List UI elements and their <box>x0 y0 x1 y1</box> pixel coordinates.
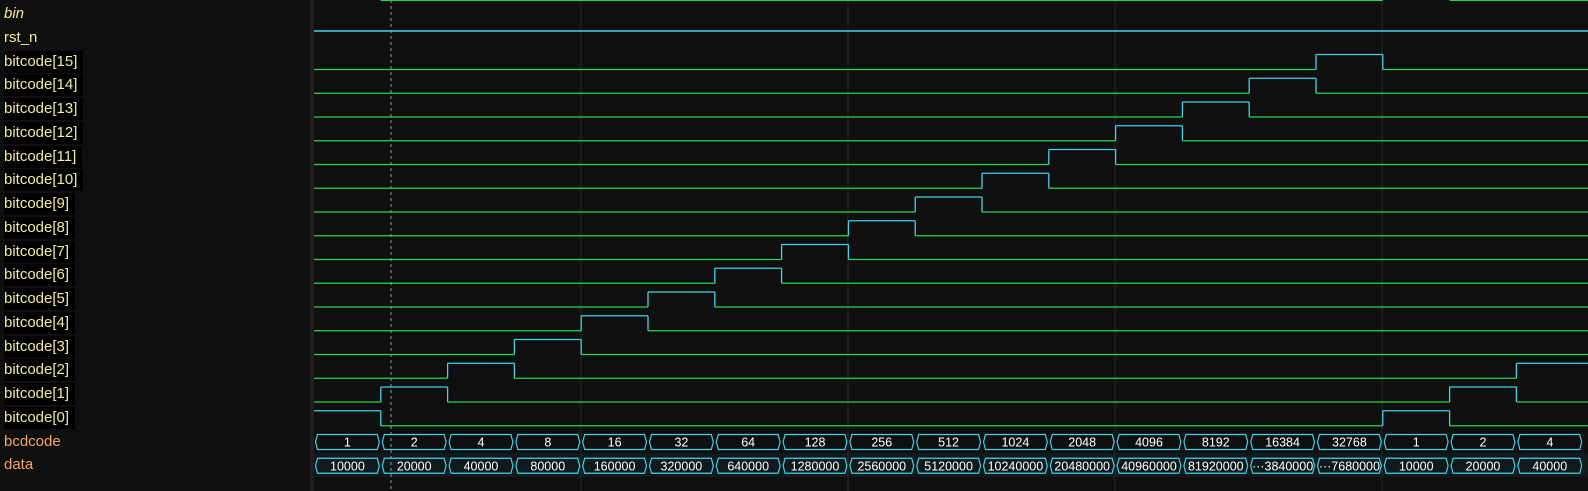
data-value: 1280000 <box>791 459 840 473</box>
data-value: 5120000 <box>924 459 973 473</box>
data-value: 320000 <box>661 459 703 473</box>
bcdcode-value: 16 <box>608 436 622 450</box>
bcdcode-value: 1 <box>344 436 351 450</box>
signal-name-bitcode-6[interactable]: bitcode[6] <box>4 264 76 287</box>
signal-name-bitcode-4[interactable]: bitcode[4] <box>4 311 76 334</box>
signal-name-bin[interactable]: bin <box>4 3 24 25</box>
data-value: 81920000 <box>1188 459 1244 473</box>
signal-name-bitcode-9[interactable]: bitcode[9] <box>4 193 76 215</box>
bcdcode-value: 512 <box>938 436 959 450</box>
signal-name-bitcode-3[interactable]: bitcode[3] <box>4 335 76 358</box>
data-value: 40000 <box>1532 459 1567 473</box>
bcdcode-value: 1024 <box>1001 436 1029 450</box>
bcdcode-value: 32768 <box>1332 436 1367 450</box>
signal-name-panel: bin rst_n bitcode[15] bitcode[14] bitcode[13… <box>0 0 310 491</box>
data-value: 10240000 <box>988 459 1044 473</box>
waveform-canvas[interactable]: 1 2 4 8 16 32 64 128 256 512 1024 2048 4096 8192 16384… <box>314 0 1588 491</box>
bcdcode-value: 8192 <box>1202 436 1230 450</box>
bcdcode-value: 4 <box>478 436 485 450</box>
bcdcode-value: 2 <box>411 436 418 450</box>
signal-name-bitcode-7[interactable]: bitcode[7] <box>4 240 76 263</box>
bcdcode-value: 1 <box>1413 436 1420 450</box>
bcdcode-value: 8 <box>544 436 551 450</box>
bcdcode-value: 4 <box>1546 436 1553 450</box>
data-value: 2560000 <box>857 459 906 473</box>
bcdcode-value: 256 <box>871 436 892 450</box>
signal-name-bitcode-14[interactable]: bitcode[14] <box>4 74 84 97</box>
bcdcode-value: 32 <box>674 436 688 450</box>
data-value: 40000 <box>464 459 499 473</box>
data-value: 160000 <box>594 459 636 473</box>
signal-name-bitcode-10[interactable]: bitcode[10] <box>4 169 84 192</box>
bcdcode-value: 64 <box>741 436 755 450</box>
bcdcode-value: 2 <box>1480 436 1487 450</box>
signal-name-bitcode-2[interactable]: bitcode[2] <box>4 359 76 382</box>
signal-name-bitcode-5[interactable]: bitcode[5] <box>4 288 76 310</box>
bcdcode-value: 2048 <box>1068 436 1096 450</box>
signal-name-bitcode-13[interactable]: bitcode[13] <box>4 98 84 120</box>
bcdcode-value: 128 <box>805 436 826 450</box>
bcdcode-value: 4096 <box>1135 436 1163 450</box>
data-value: 20480000 <box>1054 459 1110 473</box>
data-value: 40960000 <box>1121 459 1177 473</box>
signal-name-rst-n[interactable]: rst_n <box>4 27 37 49</box>
data-value: 10000 <box>330 459 365 473</box>
signal-name-bitcode-0[interactable]: bitcode[0] <box>4 406 76 429</box>
data-value: 20000 <box>397 459 432 473</box>
data-value: ···3840000 <box>1252 459 1313 473</box>
signal-name-data[interactable]: data <box>4 454 33 476</box>
signal-name-bcdcode[interactable]: bcdcode <box>4 431 61 453</box>
data-value: 80000 <box>530 459 565 473</box>
data-value: 640000 <box>727 459 769 473</box>
signal-name-bitcode-1[interactable]: bitcode[1] <box>4 383 76 405</box>
data-value: ···7680000 <box>1319 459 1380 473</box>
signal-name-bitcode-12[interactable]: bitcode[12] <box>4 121 84 144</box>
data-value: 20000 <box>1466 459 1501 473</box>
bcdcode-value: 16384 <box>1265 436 1300 450</box>
signal-name-bitcode-11[interactable]: bitcode[11] <box>4 145 83 168</box>
data-value: 10000 <box>1399 459 1434 473</box>
signal-name-bitcode-15[interactable]: bitcode[15] <box>4 50 84 73</box>
signal-name-bitcode-8[interactable]: bitcode[8] <box>4 216 76 239</box>
